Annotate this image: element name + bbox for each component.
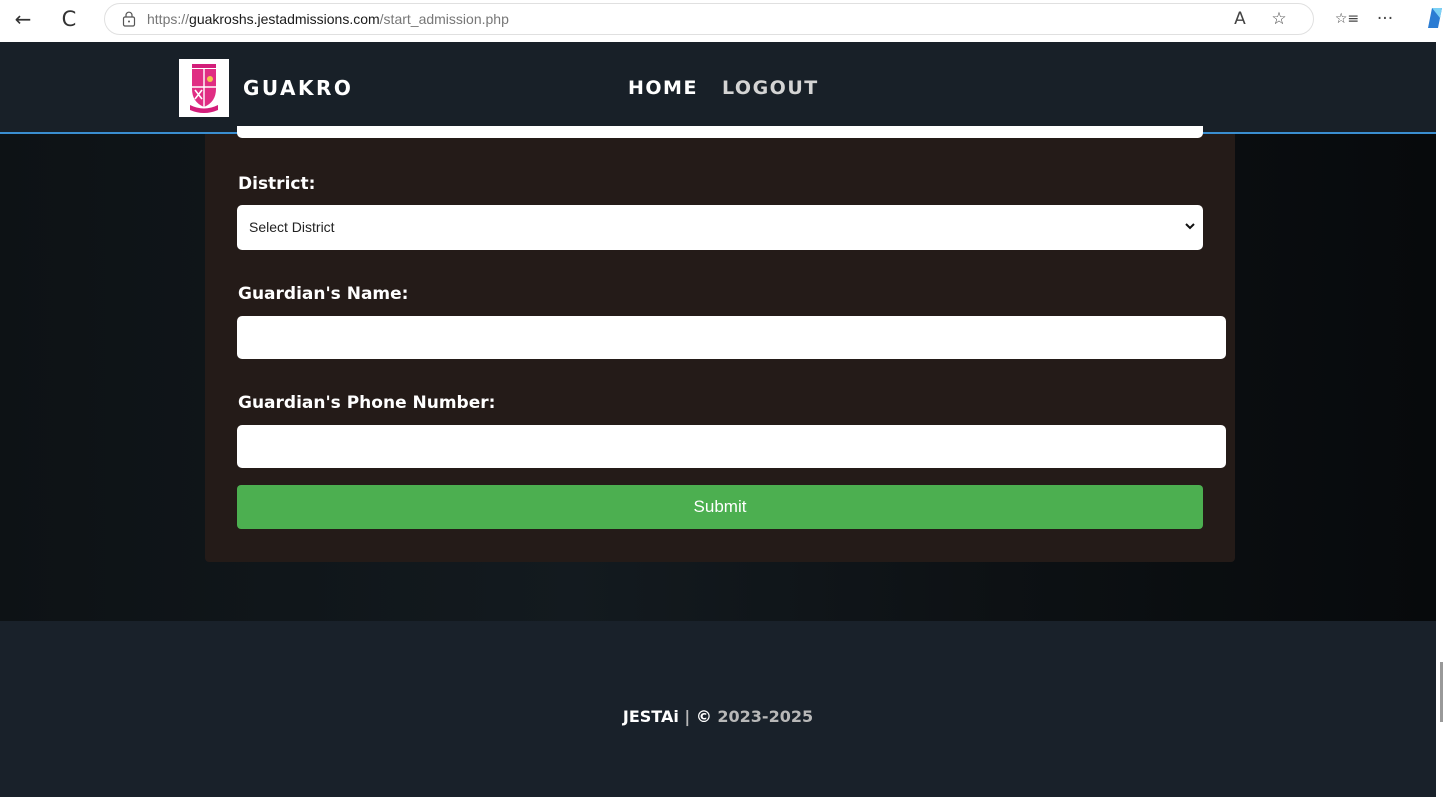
district-label: District: — [238, 174, 316, 194]
footer-copyright: JESTAi | © 2023-2025 — [0, 707, 1436, 726]
guardian-phone-input[interactable] — [237, 425, 1226, 468]
copyright-symbol: © — [695, 707, 712, 726]
guardian-phone-label: Guardian's Phone Number: — [238, 393, 496, 413]
site-footer: JESTAi | © 2023-2025 — [0, 621, 1436, 797]
top-navbar: GUAKRO HOME LOGOUT — [0, 42, 1436, 134]
district-select[interactable]: Select District — [237, 205, 1203, 250]
site-brand[interactable]: GUAKRO — [243, 76, 353, 100]
guardian-name-input[interactable] — [237, 316, 1226, 359]
scrollbar-thumb[interactable] — [1440, 662, 1443, 722]
url-text[interactable]: https://guakroshs.jestadmissions.com/sta… — [147, 11, 509, 27]
footer-separator: | — [678, 707, 696, 726]
footer-years: 2023-2025 — [711, 707, 814, 726]
admission-form-card: District: Select District Guardian's Nam… — [205, 126, 1235, 562]
refresh-icon[interactable]: C — [56, 6, 82, 32]
school-crest-logo[interactable] — [179, 59, 229, 117]
site-viewport: GUAKRO HOME LOGOUT District: Select Dist… — [0, 42, 1436, 797]
nav-link-home[interactable]: HOME — [628, 77, 698, 99]
window-scrollbar[interactable] — [1436, 42, 1450, 797]
favorites-list-icon[interactable]: ☆≡ — [1330, 6, 1364, 32]
lock-icon[interactable] — [122, 11, 136, 27]
read-aloud-icon[interactable]: A — [1227, 6, 1253, 32]
copilot-icon[interactable] — [1420, 5, 1446, 31]
favorite-icon[interactable]: ☆ — [1266, 6, 1292, 32]
previous-field-partial[interactable] — [237, 126, 1203, 138]
guardian-name-label: Guardian's Name: — [238, 284, 409, 304]
back-icon[interactable]: ← — [10, 6, 36, 32]
more-options-icon[interactable]: ··· — [1372, 6, 1398, 32]
nav-link-logout[interactable]: LOGOUT — [722, 77, 819, 99]
address-bar[interactable]: https://guakroshs.jestadmissions.com/sta… — [104, 3, 1314, 35]
chevron-down-icon — [1185, 223, 1195, 230]
footer-brand: JESTAi — [622, 707, 679, 726]
submit-button[interactable]: Submit — [237, 485, 1203, 529]
district-select-value: Select District — [249, 219, 335, 235]
browser-toolbar: ← C https://guakroshs.jestadmissions.com… — [0, 0, 1450, 42]
